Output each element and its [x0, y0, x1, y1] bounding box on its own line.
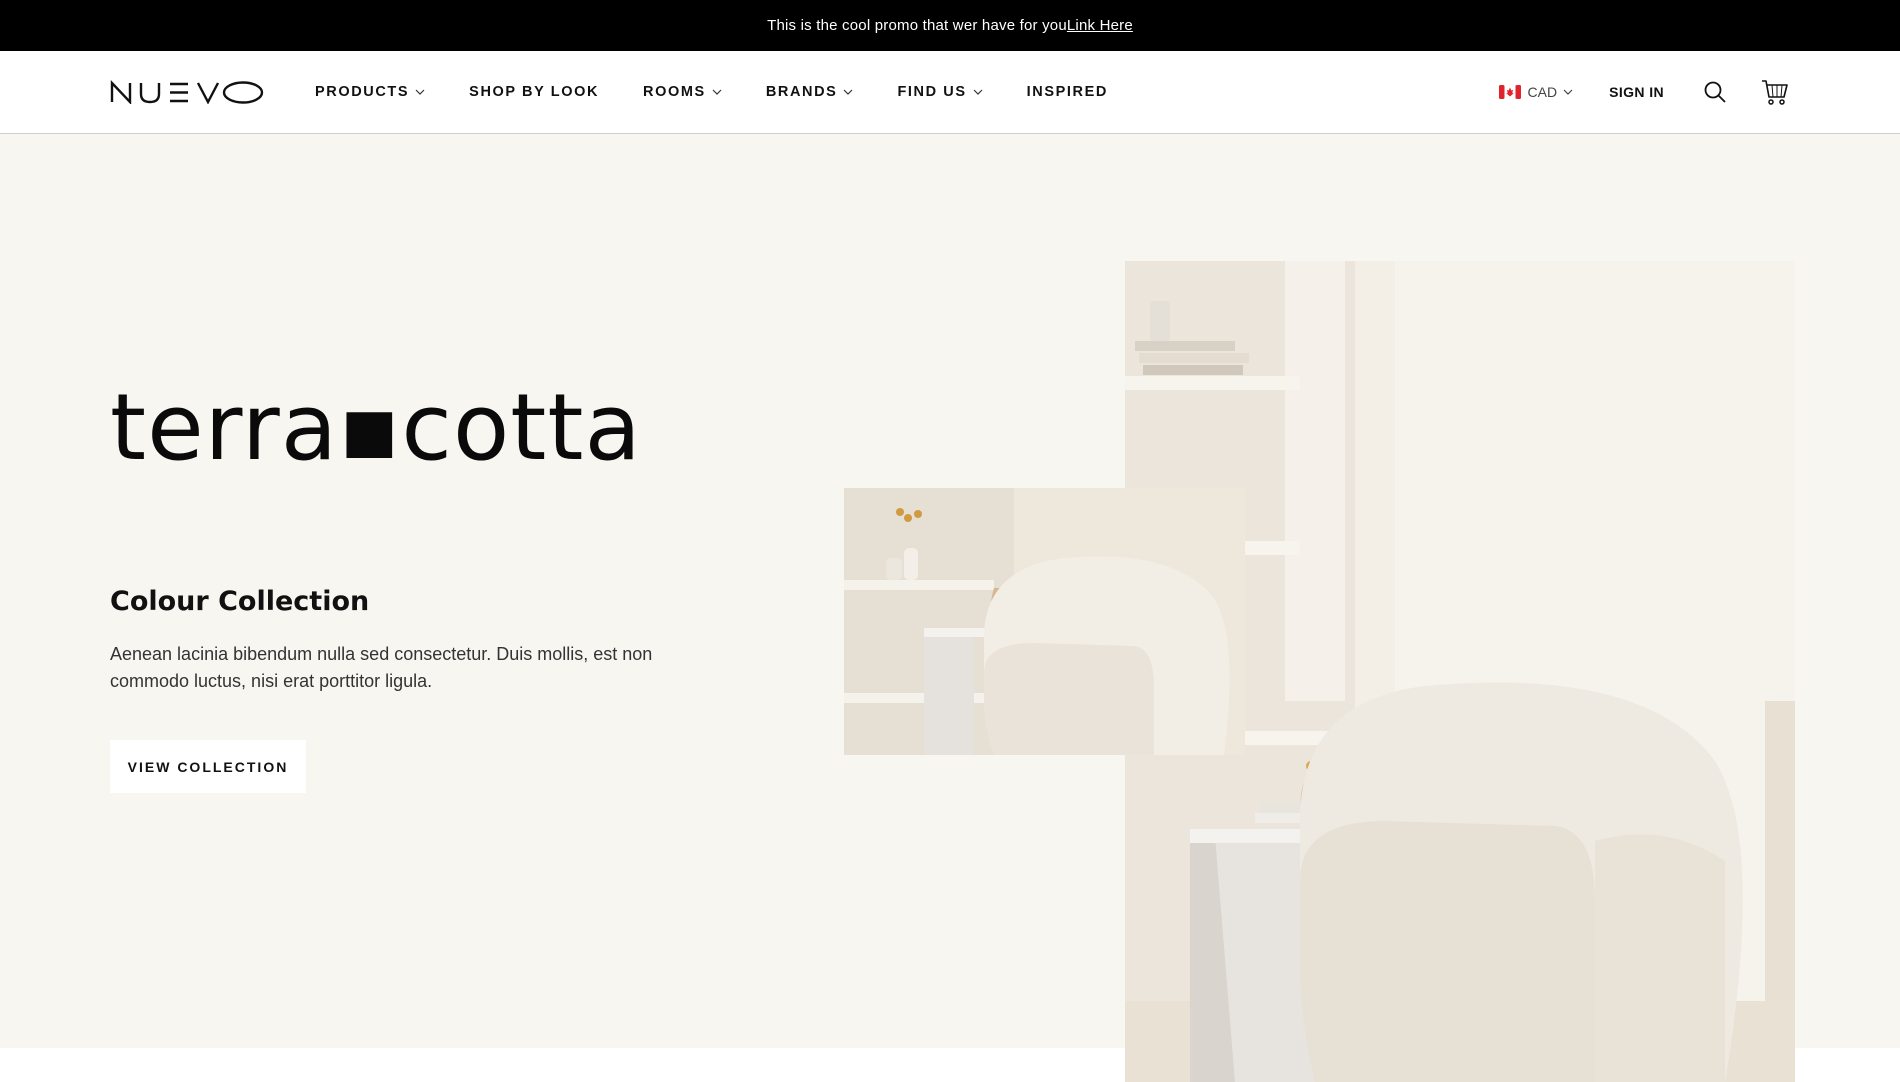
nav-item-label: INSPIRED	[1026, 84, 1108, 100]
nav-menu: PRODUCTS SHOP BY LOOK ROOMS BRANDS FIND …	[315, 84, 1152, 100]
nav-item-label: PRODUCTS	[315, 84, 410, 100]
search-icon	[1704, 81, 1726, 103]
chevron-down-icon	[973, 89, 983, 95]
nav-item-label: SHOP BY LOOK	[469, 84, 600, 100]
currency-selector[interactable]: CAD	[1498, 84, 1574, 100]
logo-wordmark	[110, 80, 264, 104]
nav-item-brands[interactable]: BRANDS	[766, 84, 854, 100]
nav-right: CAD SIGN IN	[1498, 77, 1790, 107]
nav-item-shop-by-look[interactable]: SHOP BY LOOK	[469, 84, 599, 100]
chevron-down-icon	[844, 89, 853, 95]
currency-label: CAD	[1527, 84, 1558, 100]
collection-title: terra▪cotta	[110, 374, 642, 481]
chevron-down-icon	[415, 89, 425, 95]
hero-image-secondary	[844, 488, 1245, 755]
armchair-detail-image	[844, 488, 1245, 755]
cart-button[interactable]	[1760, 77, 1790, 107]
collection-description: Aenean lacinia bibendum nulla sed consec…	[110, 644, 653, 691]
cart-icon	[1762, 80, 1788, 105]
promo-bar: This is the cool promo that wer have for…	[0, 0, 1900, 51]
canada-flag-icon	[1498, 85, 1521, 99]
main-nav: PRODUCTS SHOP BY LOOK ROOMS BRANDS FIND …	[0, 51, 1900, 134]
nav-item-find-us[interactable]: FIND US	[897, 84, 983, 100]
nav-item-inspired[interactable]: INSPIRED	[1027, 84, 1108, 100]
collection-subtitle: Colour Collection	[110, 586, 370, 617]
search-button[interactable]	[1700, 77, 1730, 107]
view-collection-button[interactable]: VIEW COLLECTION	[110, 740, 306, 793]
sign-in-link[interactable]: SIGN IN	[1609, 84, 1664, 100]
nav-item-rooms[interactable]: ROOMS	[643, 84, 722, 100]
promo-text: This is the cool promo that wer have for…	[767, 17, 1067, 34]
nav-item-label: FIND US	[897, 84, 967, 100]
chevron-down-icon	[1563, 89, 1573, 95]
promo-link[interactable]: Link Here	[1067, 17, 1133, 34]
nav-item-label: ROOMS	[643, 84, 706, 100]
nav-item-products[interactable]: PRODUCTS	[315, 84, 425, 100]
nuevo-logo[interactable]	[110, 80, 265, 104]
chevron-down-icon	[712, 89, 722, 95]
nav-item-label: BRANDS	[765, 84, 838, 100]
